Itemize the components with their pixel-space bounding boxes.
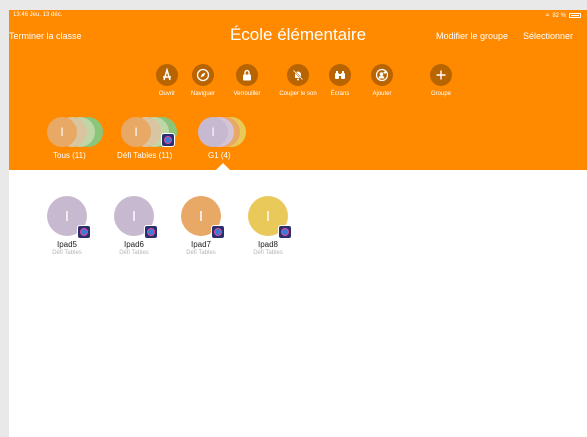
compass-icon — [192, 64, 214, 86]
avatar: I — [248, 196, 292, 239]
avatar: I — [47, 196, 91, 239]
tool-screens[interactable]: Écrans — [320, 64, 360, 98]
tool-lock[interactable]: Verrouiller — [227, 64, 267, 98]
tool-add[interactable]: Ajouter — [362, 64, 402, 98]
device-name: Ipad5 — [56, 240, 78, 249]
selected-group-indicator — [216, 163, 230, 170]
edit-group-button[interactable]: Modifier le groupe — [436, 31, 508, 41]
device-app: Défi Tables — [52, 250, 82, 256]
avatar: I — [47, 117, 77, 147]
defi-tables-app-icon — [278, 225, 292, 239]
tool-mute[interactable]: Couper le son — [278, 64, 318, 98]
defi-tables-app-icon — [161, 133, 175, 147]
tool-label: Ouvrir — [158, 91, 176, 97]
wifi-icon: ≈ — [545, 12, 550, 19]
avatar: I — [114, 196, 158, 239]
ipad-screen: 13:46 Jeu. 13 déc. ≈ 82 % Terminer la cl… — [9, 10, 587, 437]
status-right: ≈ 82 % — [545, 12, 581, 19]
device-app: Défi Tables — [253, 250, 283, 256]
tool-label: Naviguer — [190, 91, 215, 97]
device-ipad8[interactable]: I Ipad8 Défi Tables — [238, 196, 298, 256]
defi-tables-app-icon — [211, 225, 225, 239]
tool-label: Ajouter — [372, 91, 392, 97]
status-time: 13:46 Jeu. 13 déc. — [13, 12, 63, 18]
device-ipad5[interactable]: I Ipad5 Défi Tables — [37, 196, 97, 256]
device-name: Ipad6 — [123, 240, 145, 249]
tool-label: Groupe — [430, 91, 451, 97]
plus-icon — [430, 64, 452, 86]
select-button[interactable]: Sélectionner — [523, 31, 573, 41]
tool-label: Écrans — [330, 91, 350, 97]
device-app: Défi Tables — [119, 250, 149, 256]
device-ipad6[interactable]: I Ipad6 Défi Tables — [104, 196, 164, 256]
avatar: I — [181, 196, 225, 239]
tool-group[interactable]: Groupe — [421, 64, 461, 98]
app-store-icon — [156, 64, 178, 86]
tool-label: Couper le son — [279, 91, 317, 97]
device-app: Défi Tables — [186, 250, 216, 256]
battery-icon — [569, 13, 581, 18]
defi-tables-app-icon — [144, 225, 158, 239]
binoculars-icon — [329, 64, 351, 86]
avatar: I — [198, 117, 228, 147]
device-name: Ipad7 — [190, 240, 212, 249]
add-person-icon — [371, 64, 393, 86]
group-label: G1 (4) — [208, 151, 231, 160]
device-ipad7[interactable]: I Ipad7 Défi Tables — [171, 196, 231, 256]
defi-tables-app-icon — [77, 225, 91, 239]
group-label: Défi Tables (11) — [117, 151, 173, 160]
tool-navigate[interactable]: Naviguer — [183, 64, 223, 98]
header-panel: 13:46 Jeu. 13 déc. ≈ 82 % Terminer la cl… — [9, 10, 587, 170]
tool-open[interactable]: Ouvrir — [147, 64, 187, 98]
avatar: I — [121, 117, 151, 147]
tool-label: Verrouiller — [233, 91, 261, 97]
battery-percent: 82 % — [552, 12, 566, 19]
group-label: Tous (11) — [53, 151, 86, 160]
lock-icon — [236, 64, 258, 86]
mute-bell-icon — [287, 64, 309, 86]
device-name: Ipad8 — [257, 240, 279, 249]
